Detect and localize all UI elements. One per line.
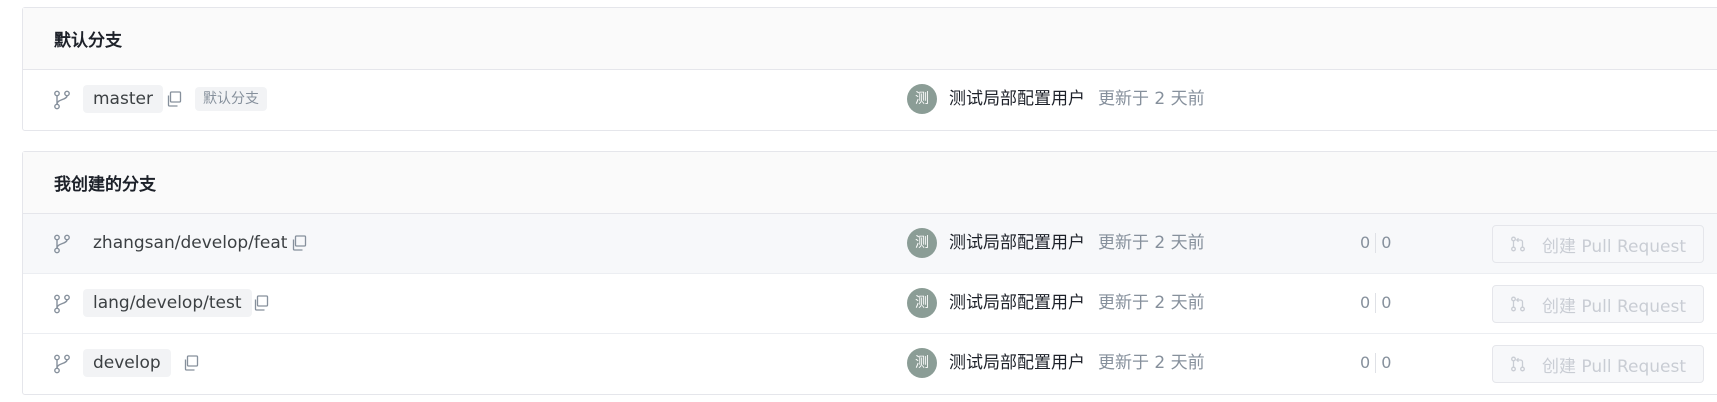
- updated-time: 更新于 2 天前: [1098, 233, 1205, 253]
- avatar: 测: [907, 228, 937, 258]
- git-branch-icon: [54, 294, 70, 314]
- git-branch-icon: [54, 354, 70, 374]
- branch-row: develop 测 测试局部配置用户 更新于 2 天前 0 0 创建 Pull …: [23, 334, 1717, 394]
- create-pull-request-label: 创建 Pull Request: [1541, 296, 1687, 317]
- ahead-count: 0: [1381, 353, 1392, 372]
- behind-count: 0: [1360, 233, 1371, 252]
- create-pull-request-label: 创建 Pull Request: [1541, 356, 1687, 377]
- copy-icon[interactable]: [183, 355, 199, 371]
- behind-count: 0: [1360, 353, 1371, 372]
- pull-request-icon: [1511, 296, 1525, 312]
- branch-row: master 默认分支 测 测试局部配置用户 更新于 2 天前: [23, 70, 1717, 130]
- user-name[interactable]: 测试局部配置用户: [949, 231, 1085, 255]
- create-pull-request-label: 创建 Pull Request: [1541, 236, 1687, 257]
- section-title: 默认分支: [54, 31, 122, 51]
- section-header: 我创建的分支: [23, 152, 1717, 214]
- git-branch-icon: [54, 234, 70, 254]
- ahead-behind-counts: 0 0: [1360, 231, 1391, 255]
- count-divider: [1375, 233, 1377, 253]
- pull-request-icon: [1511, 356, 1525, 372]
- updated-time: 更新于 2 天前: [1098, 89, 1205, 109]
- default-branch-section: 默认分支 master 默认分支 测 测试局部配置用户 更新于 2 天前: [22, 7, 1717, 131]
- avatar: 测: [907, 84, 937, 114]
- pull-request-icon: [1511, 236, 1525, 252]
- branch-name[interactable]: develop: [83, 349, 171, 377]
- branch-name[interactable]: master: [83, 85, 163, 113]
- branch-name[interactable]: lang/develop/test: [83, 289, 252, 317]
- ahead-count: 0: [1381, 233, 1392, 252]
- create-pull-request-button[interactable]: 创建 Pull Request: [1492, 345, 1704, 383]
- avatar: 测: [907, 348, 937, 378]
- ahead-behind-counts: 0 0: [1360, 291, 1391, 315]
- git-branch-icon: [54, 90, 70, 110]
- user-name[interactable]: 测试局部配置用户: [949, 351, 1085, 375]
- default-branch-tag: 默认分支: [195, 87, 267, 111]
- branch-name[interactable]: zhangsan/develop/feat: [83, 229, 297, 257]
- create-pull-request-button[interactable]: 创建 Pull Request: [1492, 285, 1704, 323]
- ahead-count: 0: [1381, 293, 1392, 312]
- branch-row: lang/develop/test 测 测试局部配置用户 更新于 2 天前 0 …: [23, 274, 1717, 334]
- section-title: 我创建的分支: [54, 175, 156, 195]
- create-pull-request-button[interactable]: 创建 Pull Request: [1492, 225, 1704, 263]
- user-name[interactable]: 测试局部配置用户: [949, 291, 1085, 315]
- count-divider: [1375, 353, 1377, 373]
- copy-icon[interactable]: [253, 295, 269, 311]
- copy-icon[interactable]: [291, 235, 307, 251]
- section-header: 默认分支: [23, 8, 1717, 70]
- user-name[interactable]: 测试局部配置用户: [949, 87, 1085, 111]
- count-divider: [1375, 293, 1377, 313]
- avatar: 测: [907, 288, 937, 318]
- branches-page: 默认分支 master 默认分支 测 测试局部配置用户 更新于 2 天前 我创建…: [0, 0, 1717, 402]
- copy-icon[interactable]: [166, 91, 182, 107]
- branch-row: zhangsan/develop/feat 测 测试局部配置用户 更新于 2 天…: [23, 214, 1717, 274]
- my-branches-section: 我创建的分支 zhangsan/develop/feat 测 测试局部配置用户 …: [22, 151, 1717, 395]
- updated-time: 更新于 2 天前: [1098, 353, 1205, 373]
- ahead-behind-counts: 0 0: [1360, 351, 1391, 375]
- updated-time: 更新于 2 天前: [1098, 293, 1205, 313]
- behind-count: 0: [1360, 293, 1371, 312]
